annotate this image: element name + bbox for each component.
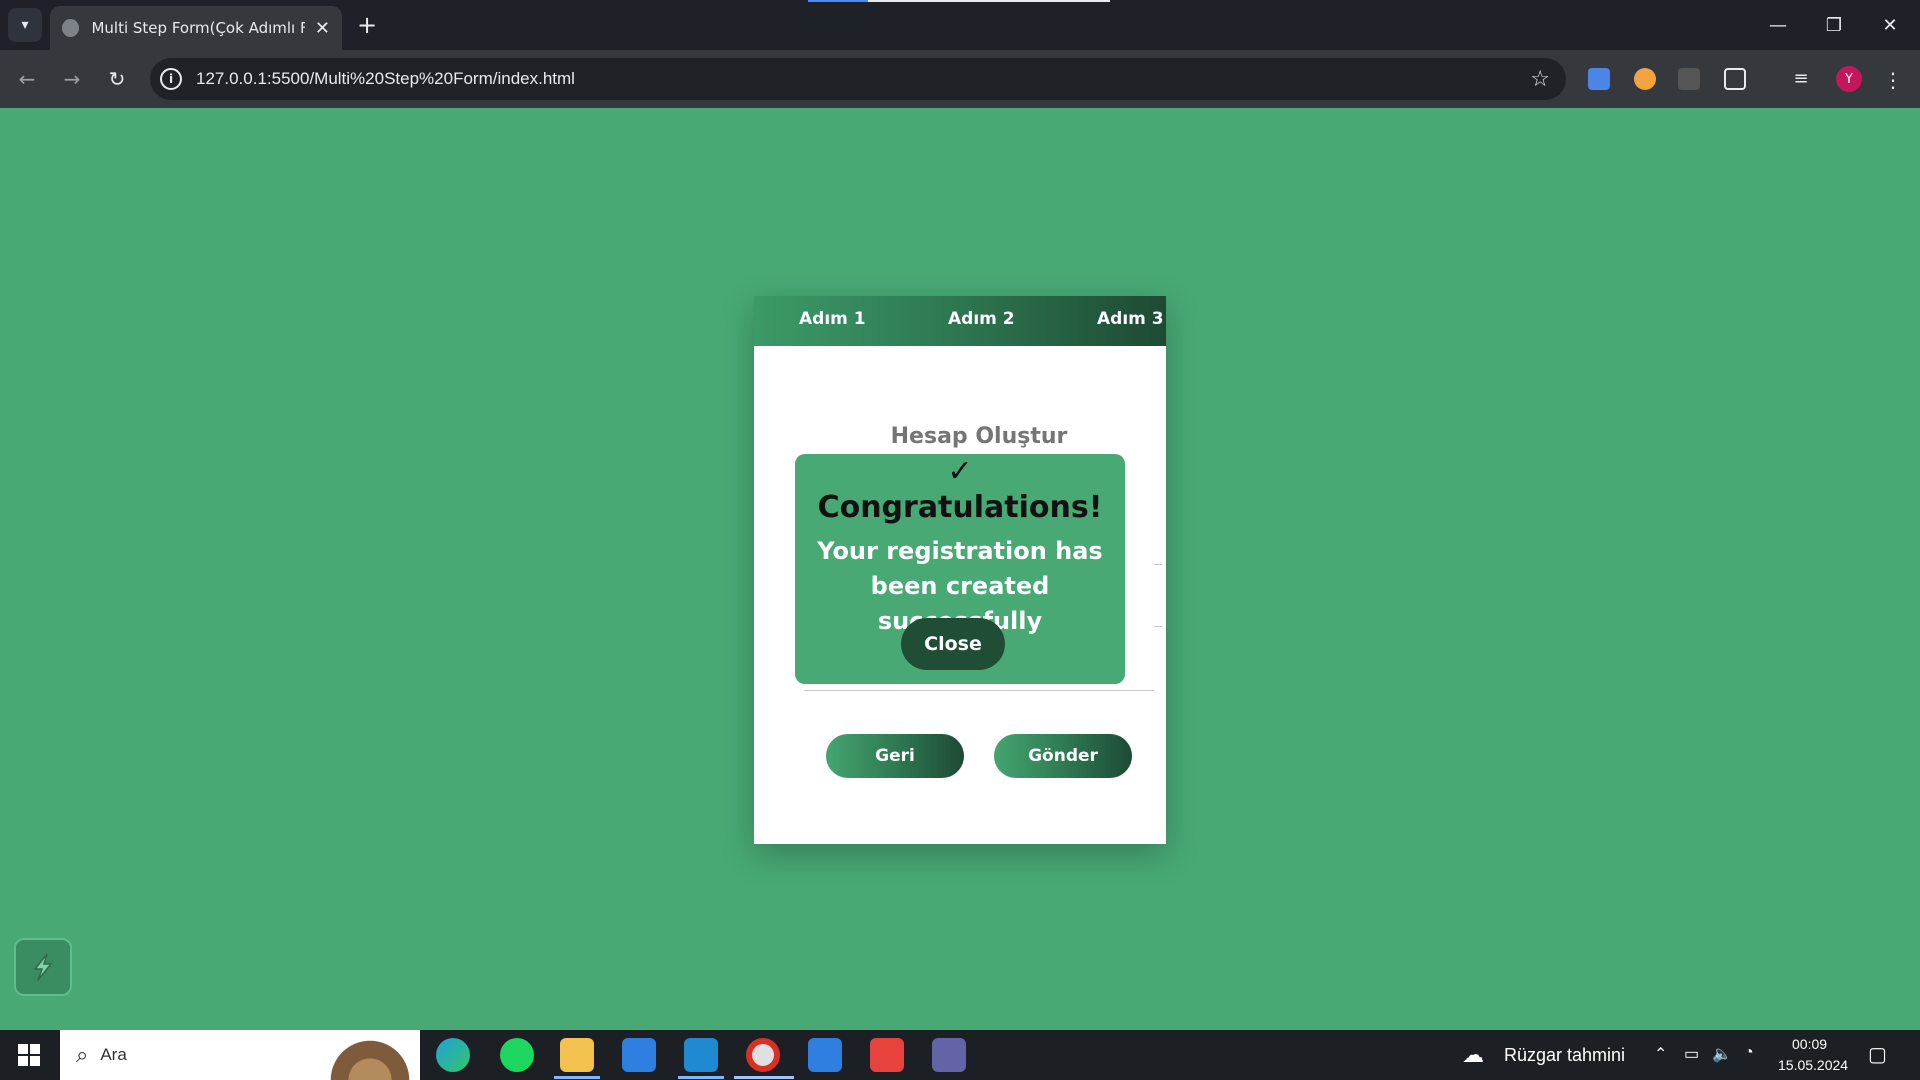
globe-icon [62,19,80,37]
close-window-button[interactable]: ✕ [1862,0,1918,50]
input-underline [804,690,1154,691]
extension-icon[interactable] [1634,68,1656,90]
minimize-button[interactable]: — [1750,0,1806,50]
step-3: Adım 3 [1097,309,1164,329]
checkmark-icon: ✓ [947,454,973,489]
extension-icon[interactable] [1678,68,1700,90]
progress-steps: Adım 1 Adım 2 Adım 3 [754,296,1166,346]
input-underline [1154,564,1162,565]
clock-date[interactable]: 15.05.2024 [1778,1057,1848,1073]
new-tab-button[interactable]: + [352,10,382,40]
taskbar-search[interactable]: ⌕ Ara [60,1030,420,1080]
profile-avatar[interactable]: Y [1836,66,1862,92]
tab-title: Multi Step Form(Çok Adımlı Form) [91,19,305,37]
translate-extension-icon[interactable] [1588,68,1610,90]
search-highlight-image [320,1030,420,1080]
menu-dots-icon[interactable]: ⋮ [1882,68,1904,92]
active-app-indicator [734,1076,794,1079]
site-info-icon[interactable]: i [160,68,182,90]
url-text: 127.0.0.1:5500/Multi%20Step%20Form/index… [196,69,575,88]
close-modal-button[interactable]: Close [901,618,1005,670]
volume-icon[interactable]: 🔈 [1712,1044,1732,1064]
extensions-puzzle-icon[interactable] [1724,68,1746,90]
loading-bar-progress [808,0,868,2]
chrome-icon[interactable] [746,1038,780,1072]
active-app-indicator [554,1076,600,1079]
browser-tab-bar: ▾ Multi Step Form(Çok Adımlı Form) ✕ + —… [0,0,1920,50]
search-icon: ⌕ [76,1042,89,1068]
windows-start-icon[interactable] [18,1044,40,1066]
clock-time[interactable]: 00:09 [1792,1036,1827,1052]
vscode-icon[interactable] [684,1038,718,1072]
floating-widget[interactable] [14,938,72,996]
forward-button[interactable]: → [55,62,89,96]
file-explorer-icon[interactable] [560,1038,594,1072]
notifications-icon[interactable]: ▢ [1868,1042,1887,1067]
calendar-icon[interactable] [622,1038,656,1072]
step-2: Adım 2 [948,309,1015,329]
close-tab-icon[interactable]: ✕ [315,18,330,39]
wifi-icon[interactable]: ◔ [1744,1044,1754,1062]
battery-icon[interactable]: ▭ [1684,1044,1699,1064]
todo-icon[interactable] [808,1038,842,1072]
back-button[interactable]: Geri [826,734,964,778]
success-modal: ✓ Congratulations! Your registration has… [795,454,1125,684]
tab-search-icon[interactable]: ▾ [8,8,42,42]
app-icon[interactable] [870,1038,904,1072]
active-app-indicator [678,1076,724,1079]
windows-taskbar: ⌕ Ara ☁ Rüzgar tahmini ⌃ ▭ 🔈 ◔ 00:09 15.… [0,1030,1920,1080]
media-control-icon[interactable]: ≡ [1790,68,1812,90]
teams-icon[interactable] [932,1038,966,1072]
submit-button[interactable]: Gönder [994,734,1132,778]
browser-tab[interactable]: Multi Step Form(Çok Adımlı Form) ✕ [50,6,342,50]
address-bar[interactable]: i 127.0.0.1:5500/Multi%20Step%20Form/ind… [150,58,1566,100]
reload-button[interactable]: ↻ [100,62,134,96]
lightning-icon [33,953,53,981]
form-title: Hesap Oluştur [890,424,1068,449]
weather-icon[interactable]: ☁ [1462,1042,1484,1068]
bookmark-star-icon[interactable]: ☆ [1530,67,1550,92]
browser-toolbar: ← → ↻ i 127.0.0.1:5500/Multi%20Step%20Fo… [0,50,1920,108]
step-1: Adım 1 [799,309,866,329]
input-underline [1154,626,1162,627]
weather-label[interactable]: Rüzgar tahmini [1504,1045,1625,1066]
tray-chevron-icon[interactable]: ⌃ [1654,1044,1667,1064]
back-button[interactable]: ← [10,62,44,96]
modal-title: Congratulations! [817,490,1103,525]
restore-button[interactable]: ❐ [1806,0,1862,50]
spotify-icon[interactable] [500,1038,534,1072]
edge-icon[interactable] [436,1038,470,1072]
search-placeholder: Ara [100,1045,127,1064]
